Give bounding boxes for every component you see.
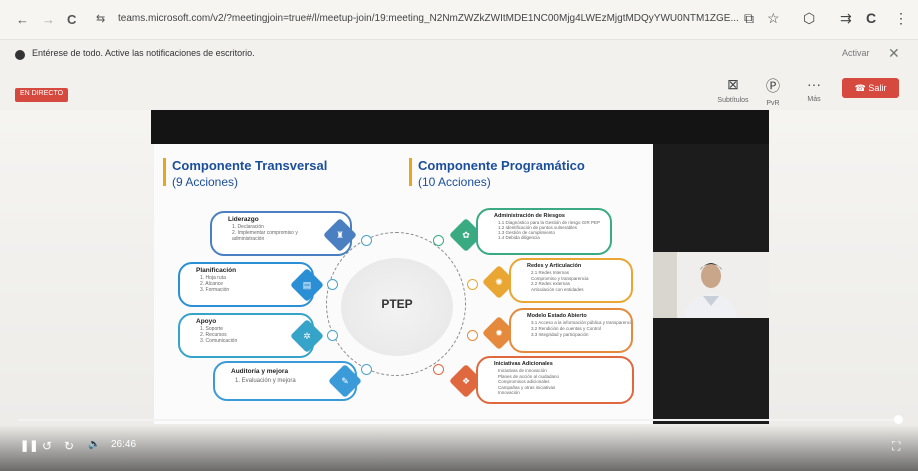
menu-icon[interactable]: ⋮ xyxy=(894,10,908,27)
leadership-icon: ♜ xyxy=(323,218,357,252)
profile-icon[interactable]: C xyxy=(866,10,876,26)
ptep-label: PTEP xyxy=(381,297,413,311)
connector-node xyxy=(361,364,372,375)
browser-toolbar: ← → C ⇆ teams.microsoft.com/v2/?meetingj… xyxy=(0,0,918,40)
open-state-card: Modelo Estado Abierto 3.1 Acceso a la in… xyxy=(509,308,633,353)
rewind-icon[interactable]: ↺ xyxy=(42,439,52,453)
site-info-icon[interactable]: ⇆ xyxy=(96,12,105,25)
connector-node xyxy=(327,330,338,341)
back-icon[interactable]: ← xyxy=(16,12,29,27)
close-icon[interactable]: ✕ xyxy=(888,45,900,62)
fullscreen-icon[interactable]: ⛶ xyxy=(892,439,900,454)
connector-node xyxy=(467,330,478,341)
connector-node xyxy=(327,279,338,290)
title-accent xyxy=(409,158,412,186)
extension-icon[interactable]: ⬡ xyxy=(803,10,815,27)
notification-banner: Entérese de todo. Active las notificacio… xyxy=(0,44,918,72)
leave-button[interactable]: ☎ Salir xyxy=(842,78,899,98)
captions-label: Subtítulos xyxy=(717,97,749,104)
player-controls xyxy=(0,425,918,471)
support-icon: ✲ xyxy=(290,319,324,353)
more-label: Más xyxy=(807,96,821,103)
info-icon xyxy=(15,50,25,60)
video-frame-top xyxy=(151,110,769,144)
video-frame-bottom xyxy=(653,318,769,424)
audit-icon: ✎ xyxy=(328,364,362,398)
presenter-icon xyxy=(653,252,769,318)
qa-button[interactable]: Ⓟ PvR xyxy=(753,76,793,107)
activate-button[interactable]: Activar xyxy=(842,48,870,58)
captions-icon: ⊠ xyxy=(727,76,739,92)
leave-label: Salir xyxy=(868,83,887,93)
forward-icon[interactable]: → xyxy=(42,12,55,27)
risk-card: Administración de Riesgos 1.1 Diagnóstic… xyxy=(476,208,612,255)
captions-button[interactable]: ⊠ Subtítulos xyxy=(713,76,753,104)
connector-node xyxy=(467,279,478,290)
left-title: Componente Transversal xyxy=(172,158,328,173)
right-title: Componente Programático xyxy=(418,158,585,173)
initiatives-card: Iniciativas Adicionales Iniciativas de i… xyxy=(476,356,634,404)
time-display: 26:46 xyxy=(111,439,137,450)
tab-search-icon[interactable]: ⇉ xyxy=(840,10,852,27)
left-subtitle: (9 Acciones) xyxy=(172,175,239,189)
more-button[interactable]: ··· Más xyxy=(794,76,834,103)
cast-icon[interactable]: ⧉ xyxy=(744,10,754,27)
connector-node xyxy=(433,235,444,246)
qa-icon: Ⓟ xyxy=(766,78,780,94)
phone-icon: ☎ xyxy=(854,83,866,93)
live-badge: EN DIRECTO xyxy=(15,88,69,102)
seek-handle[interactable] xyxy=(894,415,903,424)
star-icon[interactable]: ☆ xyxy=(767,10,780,27)
networks-card: Redes y Articulación 2.1 Redes Internas … xyxy=(509,258,633,303)
volume-icon[interactable]: 🔈 xyxy=(88,439,100,450)
address-bar[interactable]: teams.microsoft.com/v2/?meetingjoin=true… xyxy=(118,13,738,24)
notification-text: Entérese de todo. Active las notificacio… xyxy=(32,48,255,58)
connector-node xyxy=(361,235,372,246)
qa-label: PvR xyxy=(766,100,780,107)
planning-icon: ▤ xyxy=(290,268,324,302)
right-subtitle: (10 Acciones) xyxy=(418,175,491,189)
more-icon: ··· xyxy=(807,76,821,92)
presenter-video xyxy=(653,252,769,318)
reload-icon[interactable]: C xyxy=(67,12,76,27)
seek-bar[interactable] xyxy=(18,419,900,421)
forward-icon[interactable]: ↻ xyxy=(64,439,74,453)
connector-node xyxy=(433,364,444,375)
pause-icon[interactable]: ❚❚ xyxy=(20,439,38,452)
title-accent xyxy=(163,158,166,186)
